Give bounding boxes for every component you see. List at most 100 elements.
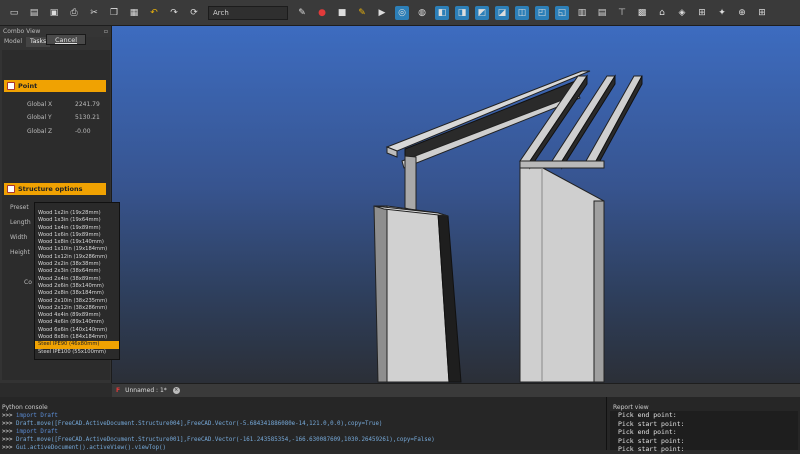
workbench-label: Arch bbox=[213, 8, 229, 17]
cut-icon[interactable]: ✂ bbox=[87, 6, 101, 20]
point-icon bbox=[7, 82, 15, 90]
floor-icon[interactable]: ▩ bbox=[635, 6, 649, 20]
roof-icon[interactable]: ⊞ bbox=[755, 6, 769, 20]
preset-option[interactable]: Wood 4x6in (89x140mm) bbox=[35, 319, 119, 326]
global-x-label: Global X bbox=[27, 101, 53, 108]
preset-option[interactable]: Wood 1x12in (19x286mm) bbox=[35, 254, 119, 261]
preset-option[interactable]: Wood 6x6in (140x140mm) bbox=[35, 327, 119, 334]
window-icon[interactable]: ⊞ bbox=[695, 6, 709, 20]
wall-icon[interactable]: ▤ bbox=[595, 6, 609, 20]
paste-icon[interactable]: ▦ bbox=[127, 6, 141, 20]
main-toolbar: ▭ ▤ ▣ ⎙ ✂ ❐ ▦ ↶ ↷ ⟳ Arch ✎ ● ■ ✎ ▶ ◎ ◍ ◧… bbox=[0, 0, 800, 26]
console-prompt: >>> bbox=[2, 437, 16, 443]
view-top-icon[interactable]: ◩ bbox=[475, 5, 489, 20]
report-view-title: Report view bbox=[613, 404, 649, 411]
preset-option[interactable]: Wood 2x2in (38x38mm) bbox=[35, 261, 119, 268]
print-icon[interactable]: ⎙ bbox=[67, 6, 81, 20]
console-code: Draft.move([FreeCAD.ActiveDocument.Struc… bbox=[15, 437, 435, 443]
report-line: Pick end point: bbox=[618, 428, 677, 436]
console-line: >>> Gui.activeDocument().activeView().vi… bbox=[0, 444, 606, 452]
preset-option[interactable]: Wood 2x6in (38x140mm) bbox=[35, 283, 119, 290]
preset-dropdown-list[interactable]: Wood 1x2in (19x28mm) Wood 1x3in (19x64mm)… bbox=[34, 202, 120, 360]
preset-option[interactable]: Wood 2x3in (38x64mm) bbox=[35, 268, 119, 275]
preset-option[interactable]: Steel IPE90 (46x80mm) bbox=[35, 341, 119, 349]
record-macro-icon[interactable]: ● bbox=[315, 6, 329, 20]
redo-icon[interactable]: ↷ bbox=[167, 6, 181, 20]
freecad-document-icon: F bbox=[116, 387, 121, 394]
view-rear-icon[interactable]: ◫ bbox=[515, 5, 529, 20]
preset-option[interactable]: Wood 1x6in (19x89mm) bbox=[35, 232, 119, 239]
preset-option[interactable]: Wood 2x8in (38x184mm) bbox=[35, 290, 119, 297]
view-isometric-icon[interactable]: ◧ bbox=[435, 5, 449, 20]
execute-macro-icon[interactable]: ▶ bbox=[375, 6, 389, 20]
section-plane-icon[interactable]: ✦ bbox=[715, 6, 729, 20]
upper-connector-web bbox=[404, 155, 417, 212]
preset-option[interactable]: Wood 1x10in (19x184mm) bbox=[35, 246, 119, 253]
preset-option[interactable]: Wood 1x8in (19x140mm) bbox=[35, 239, 119, 246]
continue-label: Co bbox=[24, 279, 32, 286]
preset-option[interactable]: Wood 2x4in (38x89mm) bbox=[35, 276, 119, 283]
open-folder-icon[interactable]: ▤ bbox=[27, 6, 41, 20]
refresh-icon[interactable]: ⟳ bbox=[187, 6, 201, 20]
report-view: Report view Pick end point: Pick start po… bbox=[606, 397, 800, 453]
console-prompt: >>> bbox=[2, 413, 16, 419]
preset-option[interactable]: Wood 2x10in (38x235mm) bbox=[35, 298, 119, 305]
structure-icon[interactable]: ⊤ bbox=[615, 6, 629, 20]
width-label: Width bbox=[10, 234, 28, 241]
document-tab-label[interactable]: Unnamed : 1* bbox=[125, 387, 167, 394]
console-line: >>> import Draft bbox=[0, 412, 606, 420]
cancel-button[interactable]: Cancel bbox=[46, 34, 86, 45]
save-icon[interactable]: ▣ bbox=[47, 6, 61, 20]
close-tab-icon[interactable]: × bbox=[172, 387, 180, 394]
stop-macro-icon[interactable]: ■ bbox=[335, 6, 349, 20]
axis-icon[interactable]: ⊕ bbox=[735, 6, 749, 20]
building-icon[interactable]: ⌂ bbox=[655, 6, 669, 20]
preset-option[interactable]: Steel IPE100 (55x100mm) bbox=[35, 349, 119, 356]
console-prompt: >>> bbox=[2, 445, 16, 451]
preset-option[interactable]: Wood 8x8in (184x184mm) bbox=[35, 334, 119, 341]
document-tab-bar: F Unnamed : 1* × bbox=[112, 383, 800, 397]
tab-model[interactable]: Model bbox=[0, 37, 26, 47]
undo-icon[interactable]: ↶ bbox=[147, 6, 161, 20]
report-line: Pick start point: bbox=[618, 445, 685, 453]
view-front-icon[interactable]: ◨ bbox=[455, 5, 469, 20]
preset-option[interactable]: Wood 2x12in (38x286mm) bbox=[35, 305, 119, 312]
height-label: Height bbox=[10, 249, 30, 256]
3d-viewport[interactable] bbox=[112, 26, 800, 383]
measure-icon[interactable]: ▥ bbox=[575, 6, 589, 20]
new-document-icon[interactable]: ▭ bbox=[7, 6, 21, 20]
global-z-value[interactable]: -0.00 bbox=[75, 128, 91, 135]
workbench-selector[interactable]: Arch bbox=[208, 5, 288, 20]
report-line: Pick end point: bbox=[618, 411, 677, 419]
console-code: Gui.activeDocument().activeView().viewTo… bbox=[15, 445, 167, 451]
site-icon[interactable]: ◈ bbox=[675, 6, 689, 20]
panel-close-icon[interactable]: ▫ bbox=[104, 28, 108, 35]
draw-style-icon[interactable]: ◍ bbox=[415, 6, 429, 20]
whats-this-icon[interactable]: ✎ bbox=[295, 6, 309, 20]
console-code: Draft.move([FreeCAD.ActiveDocument.Struc… bbox=[15, 421, 383, 427]
preset-option[interactable]: Wood 1x3in (19x64mm) bbox=[35, 217, 119, 224]
point-section-header[interactable]: Point bbox=[4, 80, 106, 92]
console-prompt: >>> bbox=[2, 429, 16, 435]
global-x-value[interactable]: 2241.79 bbox=[75, 101, 100, 108]
global-z-label: Global Z bbox=[27, 128, 53, 135]
right-column-cap bbox=[519, 160, 605, 169]
macros-icon[interactable]: ✎ bbox=[355, 6, 369, 20]
structure-options-title: Structure options bbox=[18, 185, 83, 193]
python-console[interactable]: Python console >>> import Draft >>> Draft… bbox=[0, 397, 606, 452]
copy-icon[interactable]: ❐ bbox=[107, 6, 121, 20]
view-bottom-icon[interactable]: ◰ bbox=[535, 5, 549, 20]
global-y-value[interactable]: 5130.21 bbox=[75, 114, 100, 121]
preset-option[interactable]: Wood 4x4in (89x89mm) bbox=[35, 312, 119, 319]
point-section-title: Point bbox=[18, 82, 38, 90]
fit-all-icon[interactable]: ◎ bbox=[395, 5, 409, 20]
rib-1 bbox=[519, 75, 588, 162]
console-prompt: >>> bbox=[2, 421, 16, 427]
structure-options-header[interactable]: Structure options bbox=[4, 183, 106, 195]
view-right-icon[interactable]: ◪ bbox=[495, 5, 509, 20]
preset-option[interactable]: Wood 1x4in (19x89mm) bbox=[35, 225, 119, 232]
report-view-body: Pick end point: Pick start point: Pick end… bbox=[610, 411, 798, 453]
global-y-label: Global Y bbox=[27, 114, 52, 121]
preset-option[interactable]: Wood 1x2in (19x28mm) bbox=[35, 210, 119, 217]
view-left-icon[interactable]: ◱ bbox=[555, 5, 569, 20]
